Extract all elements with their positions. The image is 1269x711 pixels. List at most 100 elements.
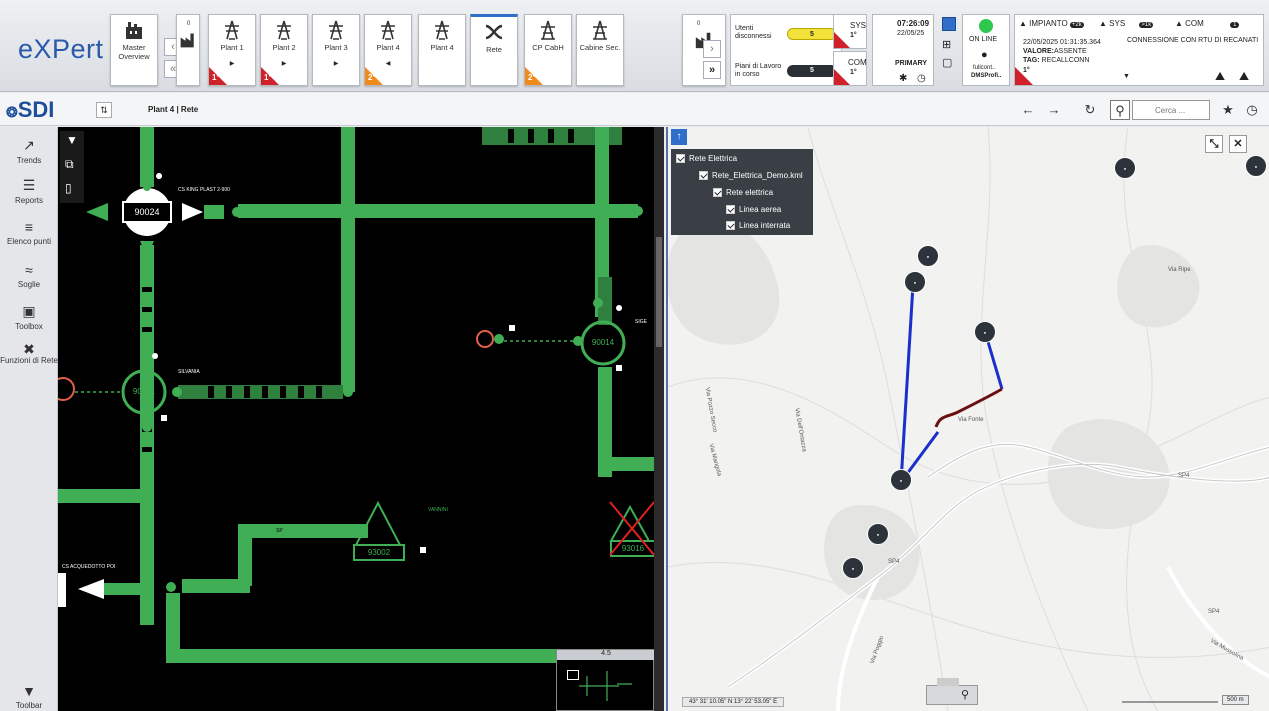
- pylon-icon: [277, 20, 291, 40]
- map-node[interactable]: ●: [917, 245, 939, 267]
- layout-split-icon[interactable]: [942, 17, 956, 31]
- search-input[interactable]: [1132, 100, 1210, 120]
- map-node[interactable]: ●: [974, 321, 996, 343]
- sidebar-item-elenco-punti[interactable]: ≡ Elenco punti: [0, 219, 58, 246]
- tab-com-count: 1: [1230, 22, 1240, 28]
- tile-plant-4-b[interactable]: Plant 4: [418, 14, 466, 86]
- node-90014[interactable]: 90014: [585, 338, 621, 347]
- map-node[interactable]: ●: [842, 557, 864, 579]
- layout-single-icon[interactable]: ▢: [942, 56, 952, 69]
- tile-plant-4[interactable]: Plant 4 ◀ 2°: [364, 14, 412, 86]
- tile-plant-1[interactable]: Plant 1 ▶ 1°: [208, 14, 256, 86]
- layer-item[interactable]: Rete elettrica: [713, 188, 773, 198]
- node-90024[interactable]: 90024: [124, 207, 170, 217]
- minimap[interactable]: 4.5: [556, 649, 654, 711]
- expand-icon[interactable]: ⤡: [1205, 135, 1223, 153]
- map-node[interactable]: ●: [1245, 155, 1267, 177]
- chevron-down-icon[interactable]: ▼: [1123, 73, 1130, 80]
- schematic-scrollbar[interactable]: [654, 127, 664, 711]
- tile-rete[interactable]: Rete: [470, 14, 518, 86]
- scroll-last-button[interactable]: »: [703, 61, 721, 79]
- sidebar-item-trends[interactable]: ↗ Trends: [0, 137, 58, 165]
- node-93002[interactable]: 93002: [356, 548, 402, 557]
- sidebar-item-toolbar[interactable]: ▼ Toolbar: [0, 683, 58, 710]
- node-90031[interactable]: 90031: [126, 387, 162, 396]
- checkbox[interactable]: [726, 221, 735, 231]
- tile-plant-2[interactable]: Plant 2 ▶ 1°: [260, 14, 308, 86]
- tile-cabine-sec[interactable]: Cabine Sec.: [576, 14, 624, 86]
- schematic-view[interactable]: 90024 90031 90014 93002 93016 CS KING PL…: [58, 127, 654, 711]
- refresh-icon[interactable]: ↻: [1080, 100, 1100, 120]
- tile-plant-3[interactable]: Plant 3 ▶: [312, 14, 360, 86]
- history-icon[interactable]: ◷: [1242, 100, 1262, 120]
- tile-label: Rete: [486, 45, 502, 54]
- checkbox[interactable]: [726, 205, 735, 215]
- tile-cp-cabh[interactable]: CP CabH 2°: [524, 14, 572, 86]
- sidebar-item-soglie[interactable]: ≈ Soglie: [0, 262, 58, 289]
- search-icon[interactable]: ⚲: [1110, 100, 1130, 120]
- map-node[interactable]: ●: [867, 523, 889, 545]
- network-icon: [485, 24, 503, 40]
- close-icon[interactable]: ✕: [1229, 135, 1247, 153]
- server-role: PRIMARY: [895, 60, 928, 67]
- scroll-right-button[interactable]: ›: [703, 40, 721, 58]
- map-zoom-control[interactable]: ⚲: [926, 678, 978, 705]
- layer-label: Linea aerea: [739, 205, 782, 214]
- export-icon[interactable]: ⧉: [65, 157, 74, 172]
- clock-icon[interactable]: ◷: [917, 73, 926, 84]
- forward-arrow-icon[interactable]: →: [1044, 100, 1064, 120]
- filter-icon[interactable]: ▼: [66, 133, 78, 147]
- users-box: Utenti disconnessi 5 Piani di Lavoro in …: [730, 14, 842, 86]
- map-node[interactable]: ●: [1114, 157, 1136, 179]
- tile-label: Master Overview: [118, 43, 150, 61]
- tab-com-label: COM: [1185, 19, 1204, 28]
- sidebar-item-funzioni-di-rete[interactable]: ✖ Funzioni di Rete: [0, 341, 58, 365]
- layer-label: Linea interrata: [739, 221, 791, 230]
- layer-item[interactable]: Rete_Elettrica_Demo.kml: [699, 171, 803, 181]
- label-silvania: SILVANIA: [178, 369, 200, 375]
- gear-icon[interactable]: ✱: [899, 73, 907, 84]
- tab-sys-label: SYS: [1109, 19, 1126, 28]
- sidebar-label: Toolbox: [15, 322, 43, 331]
- checkbox[interactable]: [713, 188, 722, 198]
- scrollbar-thumb[interactable]: [656, 237, 662, 347]
- com-box[interactable]: COM 1°: [833, 51, 867, 86]
- tile-arrow: ▶: [229, 61, 235, 67]
- layer-item[interactable]: Linea aerea: [726, 205, 782, 215]
- layer-item[interactable]: Linea interrata: [726, 221, 791, 231]
- star-icon[interactable]: ★: [1218, 100, 1238, 120]
- sidebar-item-reports[interactable]: ☰ Reports: [0, 177, 58, 205]
- checkbox[interactable]: [699, 171, 708, 181]
- disconnected-users-count[interactable]: 5: [787, 28, 837, 40]
- tab-com[interactable]: ▲ COM 1: [1175, 19, 1240, 28]
- map-node[interactable]: ●: [890, 469, 912, 491]
- tab-sys[interactable]: ▲ SYS >1k: [1099, 19, 1154, 28]
- sys-box[interactable]: SYS 1°: [833, 14, 867, 49]
- acknowledge-all-icon[interactable]: ⛰: [1239, 69, 1249, 84]
- clock-time: 07:26:09: [897, 19, 930, 28]
- network-functions-icon: ✖: [23, 341, 35, 357]
- tab-impianto[interactable]: ▲ IMPIANTO +2k: [1019, 19, 1084, 28]
- tile-plant-factory[interactable]: 0: [176, 14, 200, 86]
- work-plans-count[interactable]: 5: [787, 65, 837, 77]
- left-sidebar: ↗ Trends ☰ Reports ≡ Elenco punti ≈ Soglie ▣…: [0, 127, 58, 711]
- user-profile[interactable]: DMSProfi..: [971, 73, 1001, 79]
- sidebar-item-toolbox[interactable]: ▣ Toolbox: [0, 303, 58, 331]
- sidebar-label: Toolbar: [15, 701, 43, 710]
- user-icon: ●: [981, 49, 988, 61]
- zoom-search-icon[interactable]: ⚲: [961, 688, 969, 701]
- node-93016[interactable]: 93016: [613, 544, 653, 553]
- back-arrow-icon[interactable]: ←: [1018, 100, 1038, 120]
- layer-item[interactable]: Rete Elettrica: [676, 154, 737, 164]
- map-node[interactable]: ●: [904, 271, 926, 293]
- document-icon[interactable]: ▯: [65, 181, 72, 195]
- layer-label: Rete_Elettrica_Demo.kml: [712, 171, 803, 180]
- clock-date: 22/05/25: [897, 30, 925, 37]
- north-arrow-icon[interactable]: ↑: [671, 129, 687, 145]
- zoom-slider-thumb[interactable]: [937, 678, 959, 686]
- checkbox[interactable]: [676, 154, 685, 164]
- tile-master-overview[interactable]: Master Overview: [110, 14, 158, 86]
- tree-toggle-icon[interactable]: ⇅: [96, 102, 112, 118]
- acknowledge-icon[interactable]: ⛰: [1215, 69, 1225, 84]
- layout-grid-icon[interactable]: ⊞: [942, 38, 951, 51]
